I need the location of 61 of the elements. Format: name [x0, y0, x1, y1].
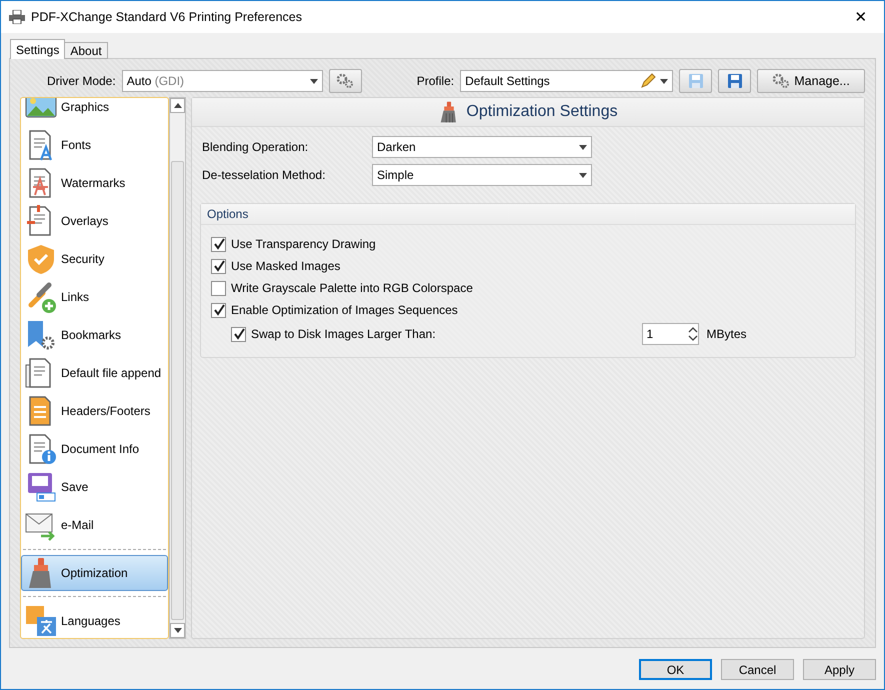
option-dropdown[interactable]: Simple: [372, 164, 592, 186]
gears-icon: [336, 73, 354, 89]
scrollbar-thumb[interactable]: [171, 161, 184, 620]
category-item[interactable]: Bookmarks: [21, 316, 168, 354]
close-button[interactable]: ✕: [846, 2, 876, 32]
window-title: PDF-XChange Standard V6 Printing Preferences: [31, 10, 303, 24]
dropdown-arrow-icon: [310, 78, 318, 84]
checkbox-label: Use Masked Images: [231, 259, 340, 273]
scroll-down-icon[interactable]: [174, 628, 182, 633]
dropdown-arrow-icon: [579, 144, 587, 150]
number-field[interactable]: 1: [642, 323, 699, 345]
driver-mode-dropdown[interactable]: Auto (GDI): [122, 70, 323, 92]
category-item[interactable]: e-Mail: [21, 506, 168, 544]
spin-arrows-icon[interactable]: [688, 327, 698, 341]
checkbox-label: Write Grayscale Palette into RGB Colorspace: [231, 281, 473, 295]
manage-button[interactable]: Manage...: [757, 69, 865, 93]
dialog-button[interactable]: OK: [639, 659, 712, 680]
driver-mode-label: Driver Mode:: [47, 74, 116, 88]
category-item[interactable]: Security: [21, 240, 168, 278]
checkbox[interactable]: [231, 326, 246, 342]
category-item[interactable]: Overlays: [21, 202, 168, 240]
driver-settings-button[interactable]: [328, 69, 362, 93]
field-label: Blending Operation:: [202, 140, 310, 154]
category-item[interactable]: Graphics: [21, 98, 168, 126]
gears-icon: [772, 73, 790, 89]
category-item[interactable]: Optimization: [21, 555, 168, 591]
category-item[interactable]: Default file append: [21, 354, 168, 392]
category-item[interactable]: Headers/Footers: [21, 392, 168, 430]
dropdown-arrow-icon: [579, 172, 587, 178]
bookmark-gear-icon: [25, 319, 57, 351]
pencil-icon: [640, 73, 656, 89]
option-dropdown[interactable]: Darken: [372, 136, 592, 158]
printer-icon: [9, 10, 25, 24]
shield-icon: [25, 243, 57, 275]
checkbox-label: Enable Optimization of Images Sequences: [231, 303, 458, 317]
field-label: De-tesselation Method:: [202, 168, 326, 182]
tab[interactable]: Settings: [10, 39, 66, 59]
checkbox[interactable]: [211, 258, 226, 274]
dialog-button[interactable]: Cancel: [721, 659, 794, 680]
checkbox[interactable]: [211, 280, 226, 296]
monitor-save-icon: [25, 471, 57, 503]
checkbox-label: Use Transparency Drawing: [231, 237, 376, 251]
category-item[interactable]: Fonts: [21, 126, 168, 164]
category-item[interactable]: Languages: [21, 602, 168, 638]
dialog-button[interactable]: Apply: [803, 659, 876, 680]
tab[interactable]: About: [64, 42, 108, 59]
save-as-button[interactable]: [718, 69, 752, 93]
group-title: Options: [207, 207, 248, 221]
scroll-up-icon[interactable]: [174, 103, 182, 108]
category-item[interactable]: Save: [21, 468, 168, 506]
profile-label: Profile:: [416, 74, 454, 88]
panel-title: Optimization Settings: [466, 103, 618, 121]
checkbox-label: Swap to Disk Images Larger Than:: [251, 327, 436, 341]
checkbox[interactable]: [211, 302, 226, 318]
category-item[interactable]: Links: [21, 278, 168, 316]
checkbox[interactable]: [211, 236, 226, 252]
category-item[interactable]: Watermarks: [21, 164, 168, 202]
dropdown-arrow-icon: [660, 78, 668, 84]
profile-dropdown[interactable]: Default Settings: [460, 70, 674, 92]
category-item[interactable]: Document Info: [21, 430, 168, 468]
unit-label: MBytes: [706, 327, 747, 341]
